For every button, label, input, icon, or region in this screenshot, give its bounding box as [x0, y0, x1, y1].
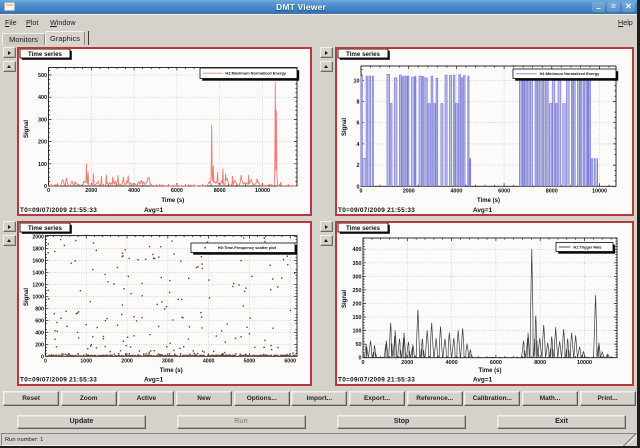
svg-text:0: 0	[47, 188, 50, 194]
svg-text:2000: 2000	[121, 359, 133, 365]
svg-text:8000: 8000	[534, 360, 546, 366]
svg-text:800: 800	[35, 306, 44, 312]
svg-text:350: 350	[353, 261, 362, 267]
svg-text:Signal: Signal	[342, 117, 348, 135]
svg-text:1600: 1600	[32, 258, 44, 264]
svg-text:Time (s): Time (s)	[161, 198, 184, 204]
svg-text:4000: 4000	[128, 188, 140, 194]
svg-text:0: 0	[359, 356, 362, 362]
svg-text:T0=09/07/2009 21:55:33: T0=09/07/2009 21:55:33	[20, 207, 97, 214]
svg-text:4000: 4000	[450, 188, 462, 194]
svg-text:T0=09/07/2009 21:55:33: T0=09/07/2009 21:55:33	[20, 377, 97, 384]
svg-text:2000: 2000	[403, 188, 415, 194]
svg-text:400: 400	[38, 95, 47, 101]
svg-text:300: 300	[38, 117, 47, 123]
svg-text:0: 0	[357, 184, 360, 190]
svg-text:4000: 4000	[203, 359, 215, 365]
svg-text:250: 250	[353, 288, 362, 294]
svg-text:6000: 6000	[490, 360, 502, 366]
svg-text:300: 300	[353, 274, 362, 280]
svg-text:6: 6	[357, 120, 360, 126]
svg-text:Signal: Signal	[24, 119, 30, 137]
svg-text:Signal: Signal	[342, 290, 348, 308]
svg-text:2000: 2000	[401, 360, 413, 366]
svg-text:H1:Minimum Normalized Energy: H1:Minimum Normalized Energy	[540, 71, 601, 76]
svg-text:400: 400	[353, 247, 362, 253]
svg-text:0: 0	[360, 188, 363, 194]
svg-text:T0=09/07/2009 21:55:33: T0=09/07/2009 21:55:33	[338, 207, 415, 214]
svg-text:2000: 2000	[85, 188, 97, 194]
svg-text:Avg=1: Avg=1	[473, 207, 493, 214]
svg-text:Time series: Time series	[28, 225, 62, 232]
svg-text:8000: 8000	[214, 188, 226, 194]
svg-text:10000: 10000	[577, 360, 592, 366]
svg-text:400: 400	[35, 330, 44, 336]
svg-text:6000: 6000	[171, 188, 183, 194]
svg-text:200: 200	[35, 342, 44, 348]
svg-text:T0=09/07/2009 21:55:33: T0=09/07/2009 21:55:33	[338, 377, 415, 384]
svg-text:500: 500	[38, 73, 47, 79]
svg-text:6000: 6000	[498, 188, 510, 194]
svg-text:Signal: Signal	[24, 288, 30, 306]
svg-text:Time (s): Time (s)	[479, 368, 502, 374]
svg-text:6000: 6000	[284, 359, 296, 365]
svg-text:1000: 1000	[32, 294, 44, 300]
svg-text:150: 150	[353, 315, 362, 321]
svg-text:Avg=1: Avg=1	[144, 377, 164, 384]
svg-text:Avg=1: Avg=1	[144, 207, 164, 214]
svg-text:8000: 8000	[546, 188, 558, 194]
svg-text:Time series: Time series	[28, 50, 62, 57]
svg-text:0: 0	[41, 354, 44, 360]
svg-text:Time series: Time series	[346, 50, 380, 57]
svg-text:4: 4	[357, 141, 360, 147]
svg-text:10000: 10000	[255, 188, 270, 194]
svg-text:200: 200	[38, 139, 47, 145]
svg-text:H1:Trigger Rate: H1:Trigger Rate	[573, 245, 601, 249]
svg-text:Time (s): Time (s)	[477, 198, 500, 204]
svg-text:Time series: Time series	[346, 225, 380, 232]
svg-text:1800: 1800	[32, 246, 44, 252]
svg-text:10: 10	[354, 78, 360, 84]
svg-text:0: 0	[44, 359, 47, 365]
svg-text:H1:Maximum Normalized Energy: H1:Maximum Normalized Energy	[225, 70, 286, 75]
svg-text:3000: 3000	[162, 359, 174, 365]
svg-text:0: 0	[362, 360, 365, 366]
svg-text:5000: 5000	[244, 359, 256, 365]
svg-text:2: 2	[357, 163, 360, 169]
svg-text:8: 8	[357, 99, 360, 105]
svg-text:H0:Time-Frequency scatter plot: H0:Time-Frequency scatter plot	[218, 245, 277, 250]
svg-text:4000: 4000	[446, 360, 458, 366]
svg-text:50: 50	[356, 342, 362, 348]
svg-text:2000: 2000	[32, 234, 44, 240]
svg-text:1000: 1000	[80, 359, 92, 365]
svg-text:1200: 1200	[32, 282, 44, 288]
svg-text:Avg=1: Avg=1	[473, 377, 493, 384]
svg-text:0: 0	[44, 184, 47, 190]
svg-text:100: 100	[38, 161, 47, 167]
svg-text:100: 100	[353, 329, 362, 335]
svg-text:600: 600	[35, 318, 44, 324]
svg-text:Time (s): Time (s)	[160, 368, 183, 374]
svg-text:1400: 1400	[32, 270, 44, 276]
svg-text:200: 200	[353, 302, 362, 308]
svg-text:10000: 10000	[592, 188, 607, 194]
